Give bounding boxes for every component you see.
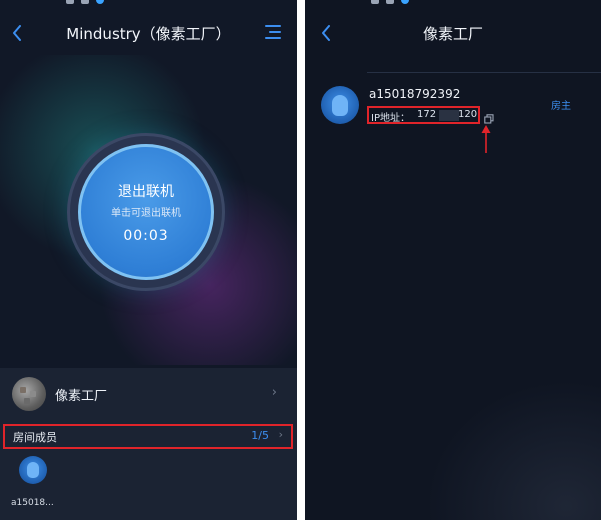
disconnect-hint: 单击可退出联机 <box>111 207 181 219</box>
ip-label: IP地址： <box>371 113 410 124</box>
copy-icon[interactable] <box>484 109 494 124</box>
menu-icon[interactable] <box>265 24 281 40</box>
user-avatar[interactable] <box>321 86 359 124</box>
ip-start: 172 <box>417 109 437 120</box>
room-members-row[interactable]: 房间成员 1/5 › <box>3 424 293 449</box>
chevron-right-icon: › <box>271 385 277 400</box>
status-icons <box>371 0 409 4</box>
page-title: 像素工厂 <box>422 25 483 43</box>
room-card: 像素工厂 › 房间成员 1/5 › a15018... <box>0 368 297 520</box>
connection-timer: 00:03 <box>123 227 169 244</box>
ip-redaction <box>439 110 459 121</box>
member-name: a15018... <box>11 498 54 508</box>
status-icons <box>66 0 104 4</box>
members-label: 房间成员 <box>13 431 57 444</box>
page-title: Mindustry（像素工厂） <box>66 25 231 43</box>
disconnect-label: 退出联机 <box>118 183 174 200</box>
arrow-up-icon <box>480 124 492 154</box>
members-count: 1/5 <box>251 429 269 442</box>
right-screen: 像素工厂 a15018792392 IP地址： 172 120 房主 <box>305 0 601 520</box>
left-screen: Mindustry（像素工厂） 退出联机 单击可退出联机 00:03 像素工厂 … <box>0 0 297 520</box>
divider <box>367 72 601 73</box>
user-name: a15018792392 <box>369 87 461 101</box>
room-name: 像素工厂 <box>55 389 108 404</box>
header: 像素工厂 <box>305 18 601 48</box>
status-bar <box>0 0 297 10</box>
ip-address: IP地址： 172 120 <box>367 106 480 124</box>
chevron-right-icon: › <box>278 428 283 441</box>
status-bar <box>305 0 601 10</box>
disconnect-button[interactable]: 退出联机 单击可退出联机 00:03 <box>78 144 214 280</box>
ip-end: 120 <box>458 109 478 120</box>
member-avatar[interactable] <box>19 456 47 484</box>
background-fog <box>425 380 601 520</box>
owner-badge: 房主 <box>551 101 571 112</box>
room-avatar <box>12 377 46 411</box>
room-row[interactable]: 像素工厂 › <box>0 368 297 418</box>
header: Mindustry（像素工厂） <box>0 18 297 48</box>
disconnect-ring: 退出联机 单击可退出联机 00:03 <box>67 133 225 291</box>
